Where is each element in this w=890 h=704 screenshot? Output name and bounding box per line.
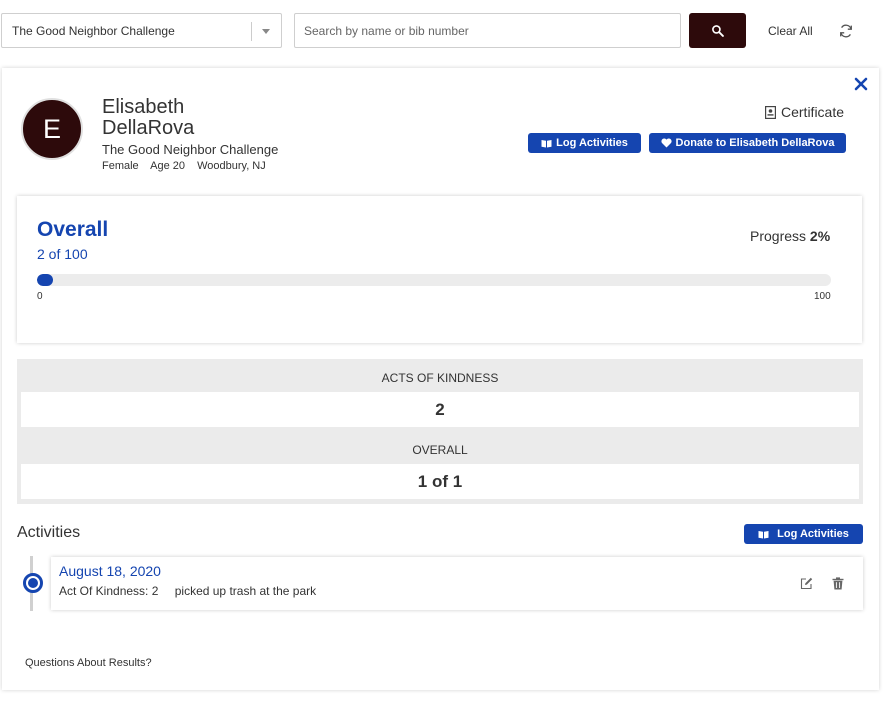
progress-min-label: 0 bbox=[37, 291, 43, 302]
progress-bar bbox=[37, 274, 831, 286]
participant-age: Age 20 bbox=[150, 160, 186, 172]
overall-count: 2 of 100 bbox=[37, 246, 88, 262]
book-icon bbox=[758, 530, 769, 538]
book-icon bbox=[541, 139, 552, 147]
edit-icon[interactable] bbox=[800, 577, 813, 590]
stat-label-overall: OVERALL bbox=[412, 443, 468, 457]
close-icon[interactable] bbox=[854, 77, 868, 91]
select-divider bbox=[251, 22, 252, 41]
avatar: E bbox=[21, 98, 83, 160]
progress-fill bbox=[37, 274, 53, 286]
certificate-link[interactable]: Certificate bbox=[765, 104, 844, 120]
log-activities-label: Log Activities bbox=[556, 137, 628, 149]
search-input[interactable] bbox=[294, 13, 681, 48]
questions-link[interactable]: Questions About Results? bbox=[25, 657, 152, 669]
clear-all-button[interactable]: Clear All bbox=[768, 24, 813, 38]
activity-date: August 18, 2020 bbox=[59, 563, 161, 579]
log-activities-button[interactable]: Log Activities bbox=[528, 133, 641, 153]
activity-detail: Act Of Kindness: 2 picked up trash at th… bbox=[59, 584, 316, 598]
progress-max-label: 100 bbox=[814, 291, 831, 302]
certificate-label: Certificate bbox=[781, 104, 845, 120]
trash-icon[interactable] bbox=[832, 577, 844, 590]
avatar-initial: E bbox=[42, 113, 61, 144]
event-select-value: The Good Neighbor Challenge bbox=[12, 24, 175, 38]
stat-label-acts-of-kindness: ACTS OF KINDNESS bbox=[381, 371, 499, 385]
overall-title: Overall bbox=[37, 218, 109, 241]
donate-label: Donate to Elisabeth DellaRova bbox=[675, 137, 835, 149]
certificate-icon bbox=[765, 105, 776, 119]
activity-note: picked up trash at the park bbox=[174, 584, 317, 598]
timeline-dot bbox=[23, 573, 43, 593]
activity-metric: Act Of Kindness: 2 bbox=[59, 584, 159, 598]
participant-event: The Good Neighbor Challenge bbox=[102, 142, 279, 157]
stat-value-overall: 1 of 1 bbox=[21, 464, 859, 499]
log-activities-label: Log Activities bbox=[777, 528, 849, 540]
participant-gender: Female bbox=[102, 160, 139, 172]
progress-label: Progress bbox=[750, 228, 807, 244]
refresh-icon[interactable] bbox=[838, 23, 854, 39]
participant-name: Elisabeth DellaRova bbox=[102, 96, 195, 139]
progress-summary: Progress 2% bbox=[750, 228, 830, 244]
participant-meta: Female Age 20 Woodbury, NJ bbox=[102, 160, 275, 172]
event-select[interactable]: The Good Neighbor Challenge bbox=[1, 13, 282, 48]
chevron-down-icon[interactable] bbox=[262, 29, 270, 34]
heart-icon bbox=[660, 138, 672, 148]
search-icon bbox=[712, 25, 724, 37]
participant-location: Woodbury, NJ bbox=[197, 160, 266, 172]
stats-table: ACTS OF KINDNESS 2 OVERALL 1 of 1 bbox=[17, 359, 863, 504]
stat-value-acts-of-kindness: 2 bbox=[21, 392, 859, 427]
activities-title: Activities bbox=[17, 524, 81, 541]
search-button[interactable] bbox=[689, 13, 746, 48]
progress-value: 2% bbox=[809, 228, 831, 244]
overall-card bbox=[17, 196, 862, 343]
donate-button[interactable]: Donate to Elisabeth DellaRova bbox=[649, 133, 846, 153]
log-activities-button-secondary[interactable]: Log Activities bbox=[744, 524, 863, 544]
